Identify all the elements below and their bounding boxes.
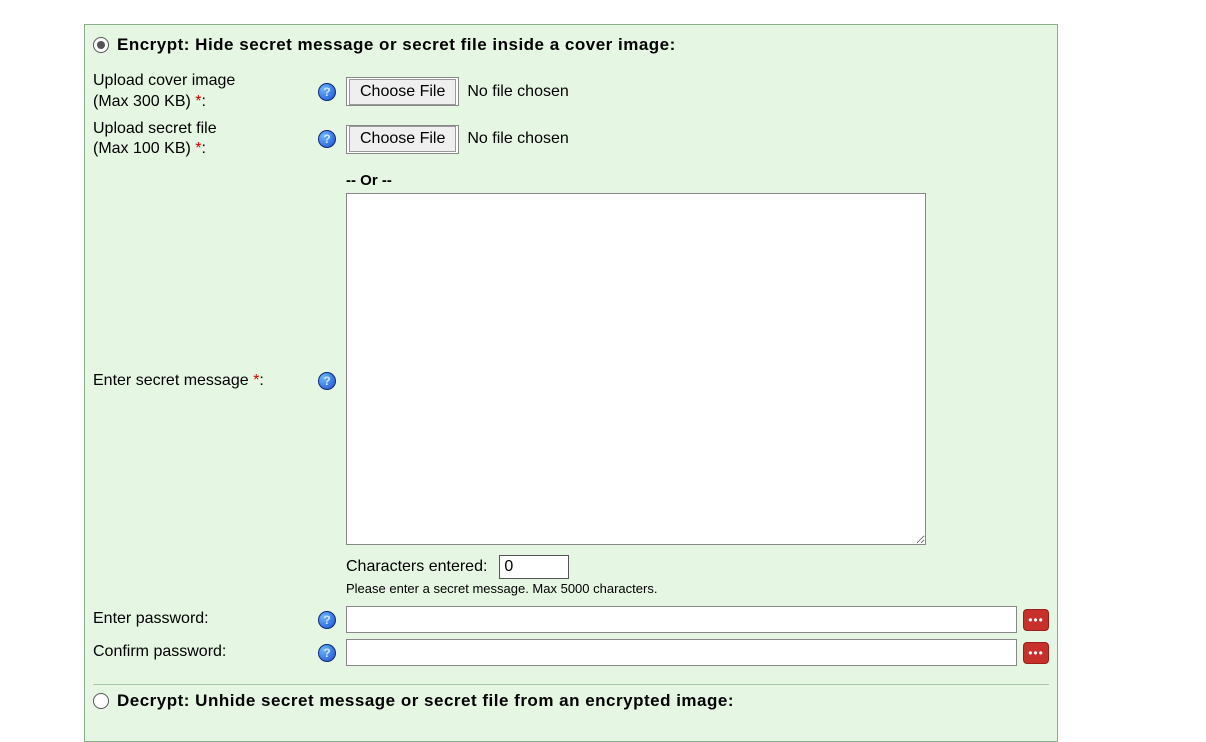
required-asterisk: * <box>253 372 259 389</box>
secret-file-label: Upload secret file (Max 100 KB) *: <box>93 119 318 161</box>
char-count-row: Characters entered: <box>346 555 1049 579</box>
required-asterisk: * <box>195 140 201 157</box>
password-reveal-icon[interactable]: ••• <box>1023 642 1049 664</box>
encrypt-title: Encrypt: Hide secret message or secret f… <box>117 35 676 55</box>
section-divider <box>93 684 1049 685</box>
password-row: Enter password: ? ••• <box>93 606 1049 633</box>
encrypt-form: Upload cover image (Max 300 KB) *: ? Cho… <box>85 65 1057 741</box>
decrypt-title: Decrypt: Unhide secret message or secret… <box>117 691 734 711</box>
secret-message-label: Enter secret message *: <box>93 371 318 392</box>
decrypt-header[interactable]: Decrypt: Unhide secret message or secret… <box>93 691 1049 721</box>
password-input[interactable] <box>346 606 1017 633</box>
cover-image-row: Upload cover image (Max 300 KB) *: ? Cho… <box>93 71 1049 113</box>
confirm-password-input[interactable] <box>346 639 1017 666</box>
help-icon[interactable]: ? <box>318 644 336 662</box>
cover-image-label: Upload cover image (Max 300 KB) *: <box>93 71 318 113</box>
encrypt-radio[interactable] <box>93 37 109 53</box>
encrypt-panel: Encrypt: Hide secret message or secret f… <box>84 24 1058 742</box>
help-icon[interactable]: ? <box>318 130 336 148</box>
choose-file-button[interactable]: Choose File <box>349 79 456 105</box>
or-label: -- Or -- <box>346 166 1049 193</box>
confirm-password-label: Confirm password: <box>93 642 318 663</box>
password-label: Enter password: <box>93 609 318 630</box>
confirm-password-row: Confirm password: ? ••• <box>93 639 1049 666</box>
secret-file-input[interactable]: Choose File <box>346 125 459 154</box>
password-reveal-icon[interactable]: ••• <box>1023 609 1049 631</box>
help-icon[interactable]: ? <box>318 611 336 629</box>
radio-selected-dot <box>97 41 105 49</box>
secret-message-row: Enter secret message *: ? -- Or -- Chara… <box>93 166 1049 596</box>
choose-file-button[interactable]: Choose File <box>349 126 456 152</box>
char-count-field <box>499 555 569 579</box>
cover-image-file-status: No file chosen <box>459 83 576 101</box>
secret-file-row: Upload secret file (Max 100 KB) *: ? Cho… <box>93 119 1049 161</box>
secret-message-hint: Please enter a secret message. Max 5000 … <box>346 581 1049 596</box>
required-asterisk: * <box>195 93 201 110</box>
char-count-label: Characters entered: <box>346 558 487 576</box>
cover-image-file-input[interactable]: Choose File <box>346 77 459 106</box>
secret-file-status: No file chosen <box>459 130 576 148</box>
help-icon[interactable]: ? <box>318 372 336 390</box>
decrypt-radio[interactable] <box>93 693 109 709</box>
encrypt-header[interactable]: Encrypt: Hide secret message or secret f… <box>85 25 1057 65</box>
secret-message-textarea[interactable] <box>346 193 926 545</box>
help-icon[interactable]: ? <box>318 83 336 101</box>
